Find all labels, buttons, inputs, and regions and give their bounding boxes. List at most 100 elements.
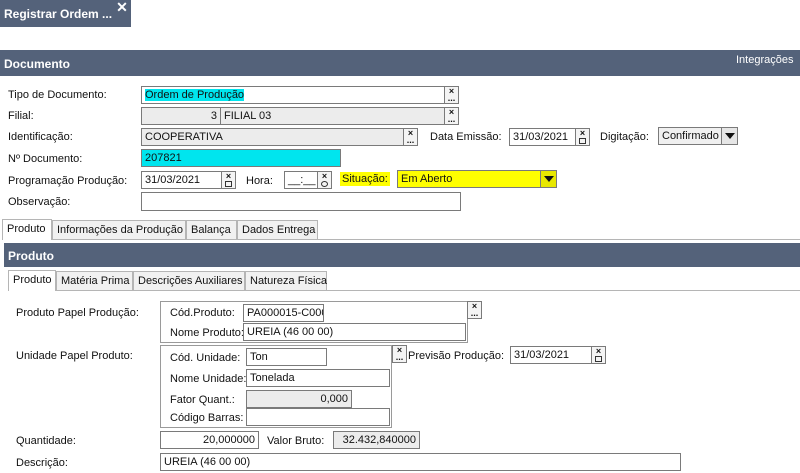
- identificacao-field[interactable]: COOPERATIVA: [141, 128, 404, 146]
- integracoes-link[interactable]: Integrações: [736, 54, 793, 66]
- fator-field: 0,000: [246, 390, 352, 408]
- ellipsis-icon: ...: [447, 93, 456, 103]
- produto-title: Produto: [8, 249, 54, 263]
- produto-header: Produto: [4, 243, 800, 267]
- situacao-select[interactable]: Em Aberto: [397, 170, 557, 188]
- valor-bruto-value: 32.432,840000: [342, 434, 416, 446]
- papel-producao-label: Produto Papel Produção:: [16, 307, 139, 319]
- window-tab[interactable]: Registrar Ordem ... ✕: [0, 0, 131, 27]
- filial-code: 3: [210, 110, 217, 122]
- nome-produto-value: UREIA (46 00 00): [247, 326, 334, 338]
- tab-dados-entrega[interactable]: Dados Entrega: [237, 220, 318, 240]
- tipo-documento-label: Tipo de Documento:: [8, 89, 107, 101]
- observacao-label: Observação:: [8, 196, 71, 208]
- filial-name-field: FILIAL 03: [220, 107, 445, 125]
- descricao-label: Descrição:: [16, 457, 68, 469]
- cod-produto-field[interactable]: PA000015-C000: [243, 304, 324, 322]
- descricao-field[interactable]: UREIA (46 00 00): [160, 453, 681, 471]
- data-emissao-calendar-button[interactable]: ×: [575, 128, 590, 146]
- hora-field[interactable]: __:__: [284, 171, 318, 189]
- cod-produto-label: Cód.Produto:: [170, 307, 235, 319]
- cod-produto-value: PA000015-C000: [247, 307, 324, 319]
- fator-value: 0,000: [320, 393, 348, 405]
- subtab-materia-prima[interactable]: Matéria Prima: [56, 271, 133, 291]
- numero-documento-label: Nº Documento:: [8, 153, 83, 165]
- situacao-value: Em Aberto: [401, 173, 453, 185]
- programacao-field[interactable]: 31/03/2021: [141, 171, 222, 189]
- tab-label: Matéria Prima: [61, 275, 130, 287]
- data-emissao-label: Data Emissão:: [430, 131, 502, 143]
- nome-unidade-field: Tonelada: [246, 369, 390, 387]
- tab-produto[interactable]: Produto: [2, 219, 52, 240]
- filial-lookup-button[interactable]: ×...: [444, 107, 459, 125]
- digitacao-label: Digitação:: [600, 131, 649, 143]
- valor-bruto-label: Valor Bruto:: [267, 435, 325, 447]
- nome-produto-field: UREIA (46 00 00): [243, 323, 466, 341]
- valor-bruto-field: 32.432,840000: [333, 431, 420, 449]
- nome-unidade-value: Tonelada: [250, 372, 295, 384]
- numero-documento-value: 207821: [145, 152, 182, 164]
- clock-icon: [321, 181, 328, 187]
- tab-label: Produto: [13, 274, 52, 286]
- chevron-down-icon[interactable]: [540, 171, 556, 187]
- barras-field[interactable]: [246, 408, 390, 426]
- produto-lookup-button[interactable]: ×...: [467, 301, 482, 319]
- tab-informacoes-producao[interactable]: Informações da Produção: [52, 220, 186, 240]
- hora-clock-button[interactable]: ×: [317, 171, 332, 189]
- tab-divider: [52, 239, 800, 240]
- previsao-calendar-button[interactable]: ×: [591, 346, 606, 364]
- chevron-down-icon[interactable]: [721, 128, 737, 144]
- tab-balanca[interactable]: Balança: [186, 220, 237, 240]
- observacao-field[interactable]: [141, 192, 461, 211]
- data-emissao-field[interactable]: 31/03/2021: [509, 128, 576, 146]
- previsao-field[interactable]: 31/03/2021: [510, 346, 592, 364]
- subtab-descricoes-auxiliares[interactable]: Descrições Auxiliares: [133, 271, 245, 291]
- previsao-label: Previsão Produção:: [408, 350, 504, 362]
- clear-icon: ×: [225, 171, 232, 181]
- window-title: Registrar Ordem ...: [4, 7, 113, 21]
- programacao-value: 31/03/2021: [145, 174, 201, 186]
- ellipsis-icon: ...: [470, 308, 479, 318]
- clear-icon: ×: [595, 346, 602, 356]
- identificacao-lookup-button[interactable]: ×...: [403, 128, 418, 146]
- barras-label: Código Barras:: [170, 412, 244, 424]
- calendar-icon: [579, 138, 586, 144]
- ellipsis-icon: ...: [395, 352, 404, 362]
- ellipsis-icon: ...: [406, 135, 415, 145]
- calendar-icon: [225, 181, 232, 187]
- clear-icon: ×: [579, 128, 586, 138]
- nome-unidade-label: Nome Unidade:: [170, 373, 247, 385]
- tab-label: Dados Entrega: [242, 224, 316, 236]
- tipo-documento-field[interactable]: Ordem de Produção: [141, 86, 445, 104]
- digitacao-select[interactable]: Confirmado: [658, 127, 738, 145]
- descricao-value: UREIA (46 00 00): [164, 456, 251, 468]
- cod-unidade-label: Cód. Unidade:: [170, 352, 241, 364]
- tab-label: Natureza Física: [250, 275, 328, 287]
- fator-label: Fator Quant.:: [170, 394, 235, 406]
- filial-code-field[interactable]: 3: [141, 107, 221, 125]
- unidade-lookup-button[interactable]: ×...: [392, 345, 407, 363]
- programacao-calendar-button[interactable]: ×: [221, 171, 236, 189]
- filial-label: Filial:: [8, 110, 34, 122]
- subtab-produto[interactable]: Produto: [8, 270, 56, 291]
- situacao-label: Situação:: [340, 172, 390, 186]
- hora-value: __:__: [288, 174, 316, 186]
- close-icon[interactable]: ✕: [115, 0, 129, 14]
- documento-header: Documento Integrações: [0, 50, 800, 76]
- quantidade-field[interactable]: 20,000000: [160, 431, 259, 449]
- quantidade-label: Quantidade:: [16, 435, 76, 447]
- subtab-divider: [56, 290, 800, 291]
- data-emissao-value: 31/03/2021: [513, 131, 569, 143]
- quantidade-value: 20,000000: [203, 434, 255, 446]
- subtab-natureza-fisica[interactable]: Natureza Física: [245, 271, 327, 291]
- tab-label: Informações da Produção: [57, 224, 183, 236]
- identificacao-label: Identificação:: [8, 131, 73, 143]
- nome-produto-label: Nome Produto:: [170, 327, 244, 339]
- digitacao-value: Confirmado: [662, 130, 719, 142]
- cod-unidade-field[interactable]: Ton: [246, 348, 327, 366]
- tipo-documento-value: Ordem de Produção: [145, 89, 245, 101]
- numero-documento-field[interactable]: 207821: [141, 149, 341, 167]
- identificacao-value: COOPERATIVA: [145, 131, 223, 143]
- hora-label: Hora:: [246, 175, 273, 187]
- tipo-documento-lookup-button[interactable]: ×...: [444, 86, 459, 104]
